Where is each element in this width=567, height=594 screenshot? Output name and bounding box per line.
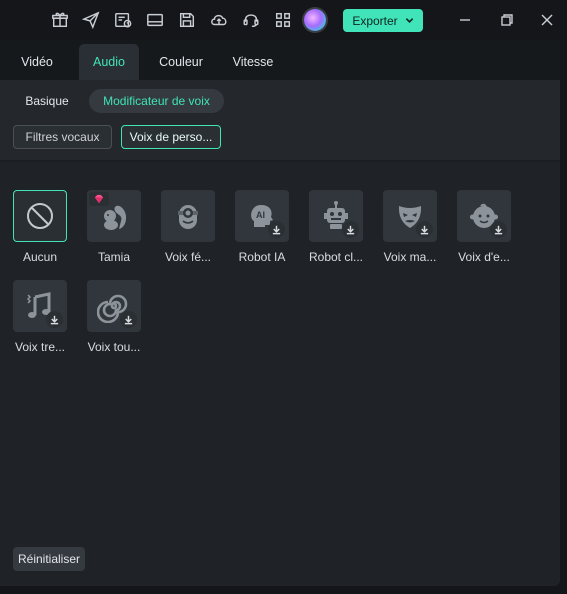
- voice-item-voix-fee[interactable]: Voix fé...: [151, 190, 225, 264]
- headset-icon[interactable]: [241, 10, 261, 30]
- reset-button[interactable]: Réinitialiser: [13, 547, 85, 571]
- download-icon[interactable]: [268, 221, 285, 238]
- voice-label: Voix d'e...: [458, 250, 510, 264]
- gift-icon[interactable]: [50, 10, 70, 30]
- voice-label: Tamia: [97, 250, 130, 264]
- voice-label: Aucun: [22, 250, 58, 264]
- cloud-upload-icon[interactable]: [209, 10, 229, 30]
- download-icon[interactable]: [416, 221, 433, 238]
- voice-item-voix-masque[interactable]: Voix ma...: [373, 190, 447, 264]
- minion-icon: [178, 205, 198, 229]
- voice-label: Voix ma...: [383, 250, 437, 264]
- voice-item-aucun[interactable]: Aucun: [3, 190, 77, 264]
- subtab-basique[interactable]: Basique: [14, 89, 80, 113]
- voice-label: Robot cl...: [308, 250, 364, 264]
- download-icon[interactable]: [490, 221, 507, 238]
- export-label: Exporter: [352, 13, 398, 28]
- subtab-modificateur-de-voix[interactable]: Modificateur de voix: [89, 89, 224, 113]
- download-icon[interactable]: [46, 311, 63, 328]
- voice-tile[interactable]: [87, 190, 141, 242]
- voice-item-voix-tourbillon[interactable]: Voix tou...: [77, 280, 151, 354]
- voice-label: Voix fé...: [164, 250, 212, 264]
- download-icon[interactable]: [120, 311, 137, 328]
- voice-item-tamia[interactable]: Tamia: [77, 190, 151, 264]
- filter-filtres-vocaux[interactable]: Filtres vocaux: [13, 125, 112, 149]
- voice-tile[interactable]: [13, 190, 67, 242]
- voice-label: Voix tre...: [14, 340, 66, 354]
- svg-text:AI: AI: [256, 210, 265, 220]
- download-icon[interactable]: [342, 221, 359, 238]
- grid-icon[interactable]: [273, 10, 293, 30]
- voice-tile[interactable]: [309, 190, 363, 242]
- voice-tile[interactable]: AI: [235, 190, 289, 242]
- tab-video[interactable]: Vidéo: [10, 44, 64, 80]
- voice-tile[interactable]: [13, 280, 67, 332]
- voice-tile[interactable]: [161, 190, 215, 242]
- divider: [0, 160, 560, 162]
- voice-tile[interactable]: [87, 280, 141, 332]
- schedule-icon[interactable]: [113, 10, 133, 30]
- voice-tile[interactable]: [457, 190, 511, 242]
- avatar[interactable]: [304, 9, 326, 31]
- tab-audio[interactable]: Audio: [79, 44, 139, 80]
- save-icon[interactable]: [177, 10, 197, 30]
- properties-panel: Vidéo Audio Couleur Vitesse Basique Modi…: [0, 40, 560, 586]
- voice-item-robot-ia[interactable]: AI Robot IA: [225, 190, 299, 264]
- voice-item-voix-tremblante[interactable]: Voix tre...: [3, 280, 77, 354]
- tab-couleur[interactable]: Couleur: [151, 44, 211, 80]
- voice-label: Robot IA: [238, 250, 286, 264]
- close-icon[interactable]: [537, 10, 557, 30]
- voice-tile[interactable]: [383, 190, 437, 242]
- tab-vitesse[interactable]: Vitesse: [225, 44, 281, 80]
- filter-voix-de-personnage[interactable]: Voix de perso...: [121, 125, 221, 149]
- export-button[interactable]: Exporter: [343, 9, 423, 32]
- layout-icon[interactable]: [145, 10, 165, 30]
- chevron-down-icon: [405, 18, 413, 23]
- voice-label: Voix tou...: [87, 340, 141, 354]
- voice-item-voix-enfant[interactable]: Voix d'e...: [447, 190, 521, 264]
- minimize-icon[interactable]: [455, 10, 475, 30]
- restore-icon[interactable]: [497, 10, 517, 30]
- premium-gem-icon: [89, 192, 109, 206]
- voice-item-robot-classique[interactable]: Robot cl...: [299, 190, 373, 264]
- send-icon[interactable]: [81, 10, 101, 30]
- none-icon: [27, 203, 53, 229]
- title-bar: Exporter: [0, 0, 567, 40]
- tab-bar: Vidéo Audio Couleur Vitesse: [0, 40, 560, 80]
